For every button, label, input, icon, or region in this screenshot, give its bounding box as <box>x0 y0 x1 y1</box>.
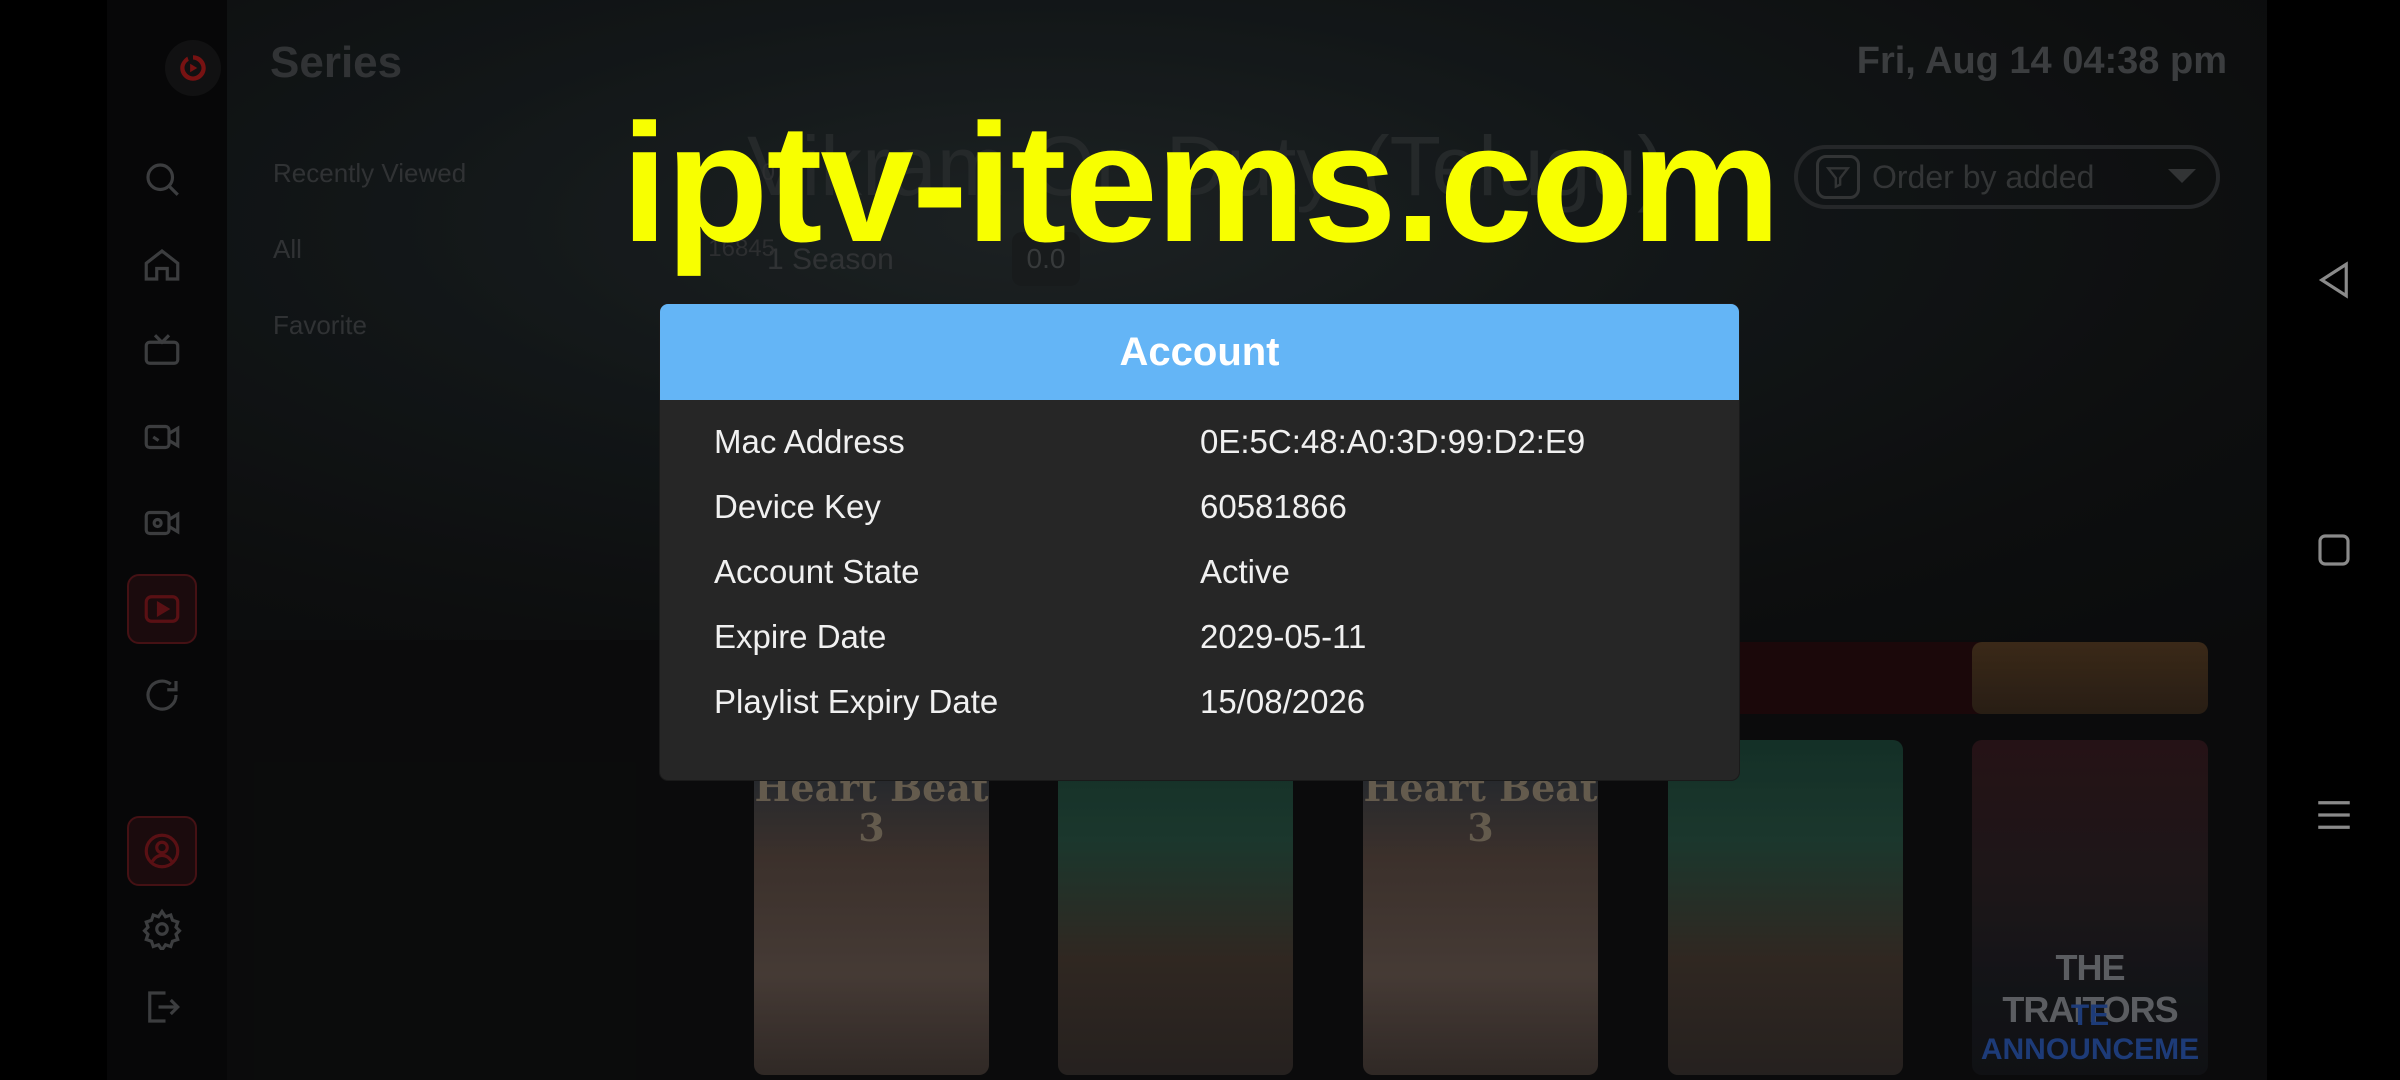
account-row-value: 0E:5C:48:A0:3D:99:D2:E9 <box>1200 423 1586 460</box>
account-row-expire: Expire Date 2029-05-11 <box>660 607 1739 667</box>
account-row-value: Active <box>1200 553 1290 590</box>
account-row-key: Expire Date <box>714 618 887 655</box>
account-row-state: Account State Active <box>660 542 1739 602</box>
system-nav-bar <box>2267 0 2400 1080</box>
account-row-key: Account State <box>714 553 920 590</box>
account-row-value: 2029-05-11 <box>1200 618 1367 655</box>
watermark-text: iptv-items.com <box>621 89 1781 277</box>
account-row-playlist-expiry: Playlist Expiry Date 15/08/2026 <box>660 672 1739 732</box>
account-row-key: Playlist Expiry Date <box>714 683 999 720</box>
menu-icon[interactable] <box>2313 794 2355 836</box>
account-dialog-title: Account <box>660 304 1739 400</box>
home-square-icon[interactable] <box>2313 529 2355 571</box>
account-row-value: 60581866 <box>1200 488 1347 525</box>
account-row-device-key: Device Key 60581866 <box>660 477 1739 537</box>
account-row-key: Device Key <box>714 488 881 525</box>
account-row-mac: Mac Address 0E:5C:48:A0:3D:99:D2:E9 <box>660 412 1739 472</box>
back-icon[interactable] <box>2313 259 2355 301</box>
account-row-key: Mac Address <box>714 423 905 460</box>
account-row-value: 15/08/2026 <box>1200 683 1366 720</box>
account-dialog: Account Mac Address 0E:5C:48:A0:3D:99:D2… <box>660 304 1739 780</box>
